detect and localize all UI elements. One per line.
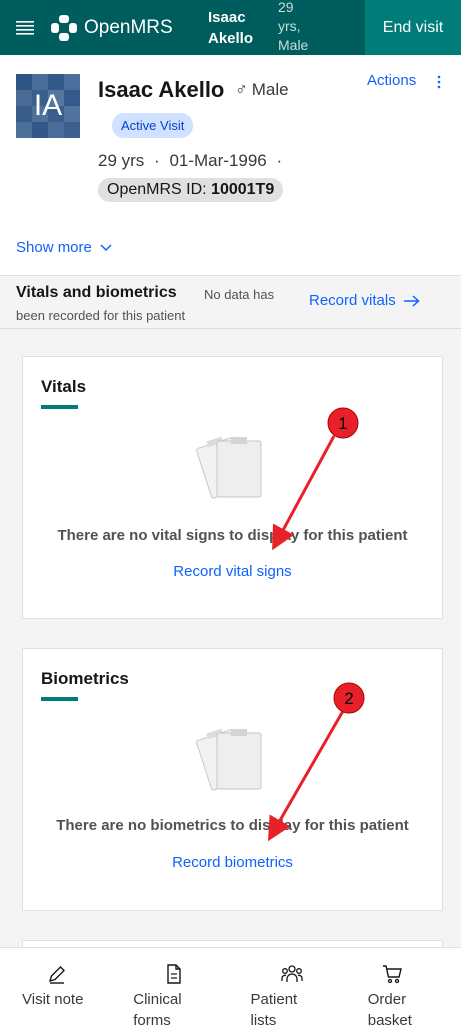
end-visit-button[interactable]: End visit xyxy=(365,0,461,55)
record-vital-signs-link[interactable]: Record vital signs xyxy=(23,563,442,580)
patient-demographics: 29 yrs · 01-Mar-1996 · xyxy=(98,151,282,171)
clinical-forms-label-line2: forms xyxy=(133,1012,171,1025)
patient-id-value: 10001T9 xyxy=(211,181,275,198)
biometrics-card: Biometrics There are no biometrics to di… xyxy=(22,648,443,911)
patient-id-label: OpenMRS ID: xyxy=(107,181,207,198)
header-patient-name: Isaac Akello xyxy=(208,8,254,47)
vitals-card-title: Vitals xyxy=(41,377,87,396)
header-patient-summary: Isaac Akello 29 yrs, Male xyxy=(200,0,365,55)
visit-note-button[interactable]: Visit note xyxy=(0,948,115,1025)
patient-birthdate: 01-Mar-1996 xyxy=(169,151,267,170)
clinical-forms-button[interactable]: Clinical forms xyxy=(115,948,230,1025)
no-data-text: No data has xyxy=(204,287,275,302)
patient-name: Isaac Akello xyxy=(98,77,225,102)
overflow-menu-icon[interactable] xyxy=(437,75,441,89)
record-vitals-link[interactable]: Record vitals xyxy=(309,292,420,309)
patient-age: 29 yrs xyxy=(98,151,145,170)
patient-gender: ♂ Male xyxy=(235,80,289,100)
avatar-initials: IA xyxy=(33,89,63,122)
visit-note-label: Visit note xyxy=(22,991,84,1008)
hamburger-icon xyxy=(16,20,34,35)
patient-id-tag: OpenMRS ID: 10001T9 xyxy=(98,178,284,202)
male-icon: ♂ xyxy=(235,80,248,99)
bottom-action-bar: Visit note Clinical forms Patient lists xyxy=(0,947,461,1025)
hamburger-menu-button[interactable] xyxy=(0,0,50,55)
order-basket-label-line1: Order xyxy=(367,991,407,1008)
actions-menu-button[interactable]: Actions xyxy=(367,72,416,89)
title-underline xyxy=(41,697,78,701)
order-basket-button[interactable]: Order basket xyxy=(346,948,461,1025)
title-underline xyxy=(41,405,78,409)
cart-icon xyxy=(382,965,402,984)
show-more-button[interactable]: Show more xyxy=(16,239,112,256)
patient-lists-label-line2: lists xyxy=(250,1012,277,1025)
document-icon xyxy=(167,964,181,984)
patient-lists-button[interactable]: Patient lists xyxy=(231,948,346,1025)
no-vitals-message: There are no vital signs to display for … xyxy=(57,527,408,544)
arrow-right-icon xyxy=(403,294,420,307)
logo-text: OpenMRS xyxy=(84,16,173,38)
active-visit-tag: Active Visit xyxy=(112,113,194,138)
biometrics-card-title: Biometrics xyxy=(41,669,129,688)
separator: · xyxy=(154,151,160,170)
clinical-forms-label-line1: Clinical xyxy=(133,991,182,1008)
openmrs-logo[interactable]: OpenMRS xyxy=(50,0,200,55)
separator: · xyxy=(276,151,283,170)
patient-gender-label: Male xyxy=(251,80,289,99)
patient-banner: IA Isaac Akello ♂ Male Active Visit 29 y… xyxy=(0,55,461,276)
top-nav-bar: OpenMRS Isaac Akello 29 yrs, Male End vi… xyxy=(0,0,461,55)
record-vitals-label: Record vitals xyxy=(309,292,396,309)
vitals-biometrics-header: Vitals and biometrics No data has been r… xyxy=(0,277,461,329)
section-title: Vitals and biometrics xyxy=(16,284,177,301)
pen-icon xyxy=(48,966,65,984)
empty-clipboard-icon xyxy=(196,728,262,791)
chevron-down-icon xyxy=(100,243,112,251)
empty-clipboard-icon xyxy=(196,436,262,499)
vitals-card: Vitals There are no vital signs to displ… xyxy=(22,356,443,619)
no-biometrics-message: There are no biometrics to display for t… xyxy=(56,817,409,834)
patient-lists-label-line1: Patient xyxy=(250,991,298,1008)
openmrs-logo-icon xyxy=(51,14,77,41)
no-data-text-continued: been recorded for this patient xyxy=(16,308,186,323)
show-more-label: Show more xyxy=(16,239,92,256)
record-biometrics-link[interactable]: Record biometrics xyxy=(23,854,442,871)
order-basket-label-line2: basket xyxy=(367,1012,412,1025)
avatar: IA xyxy=(16,74,80,138)
header-patient-age-gender: 29 yrs, Male xyxy=(278,0,309,53)
people-icon xyxy=(280,965,303,982)
